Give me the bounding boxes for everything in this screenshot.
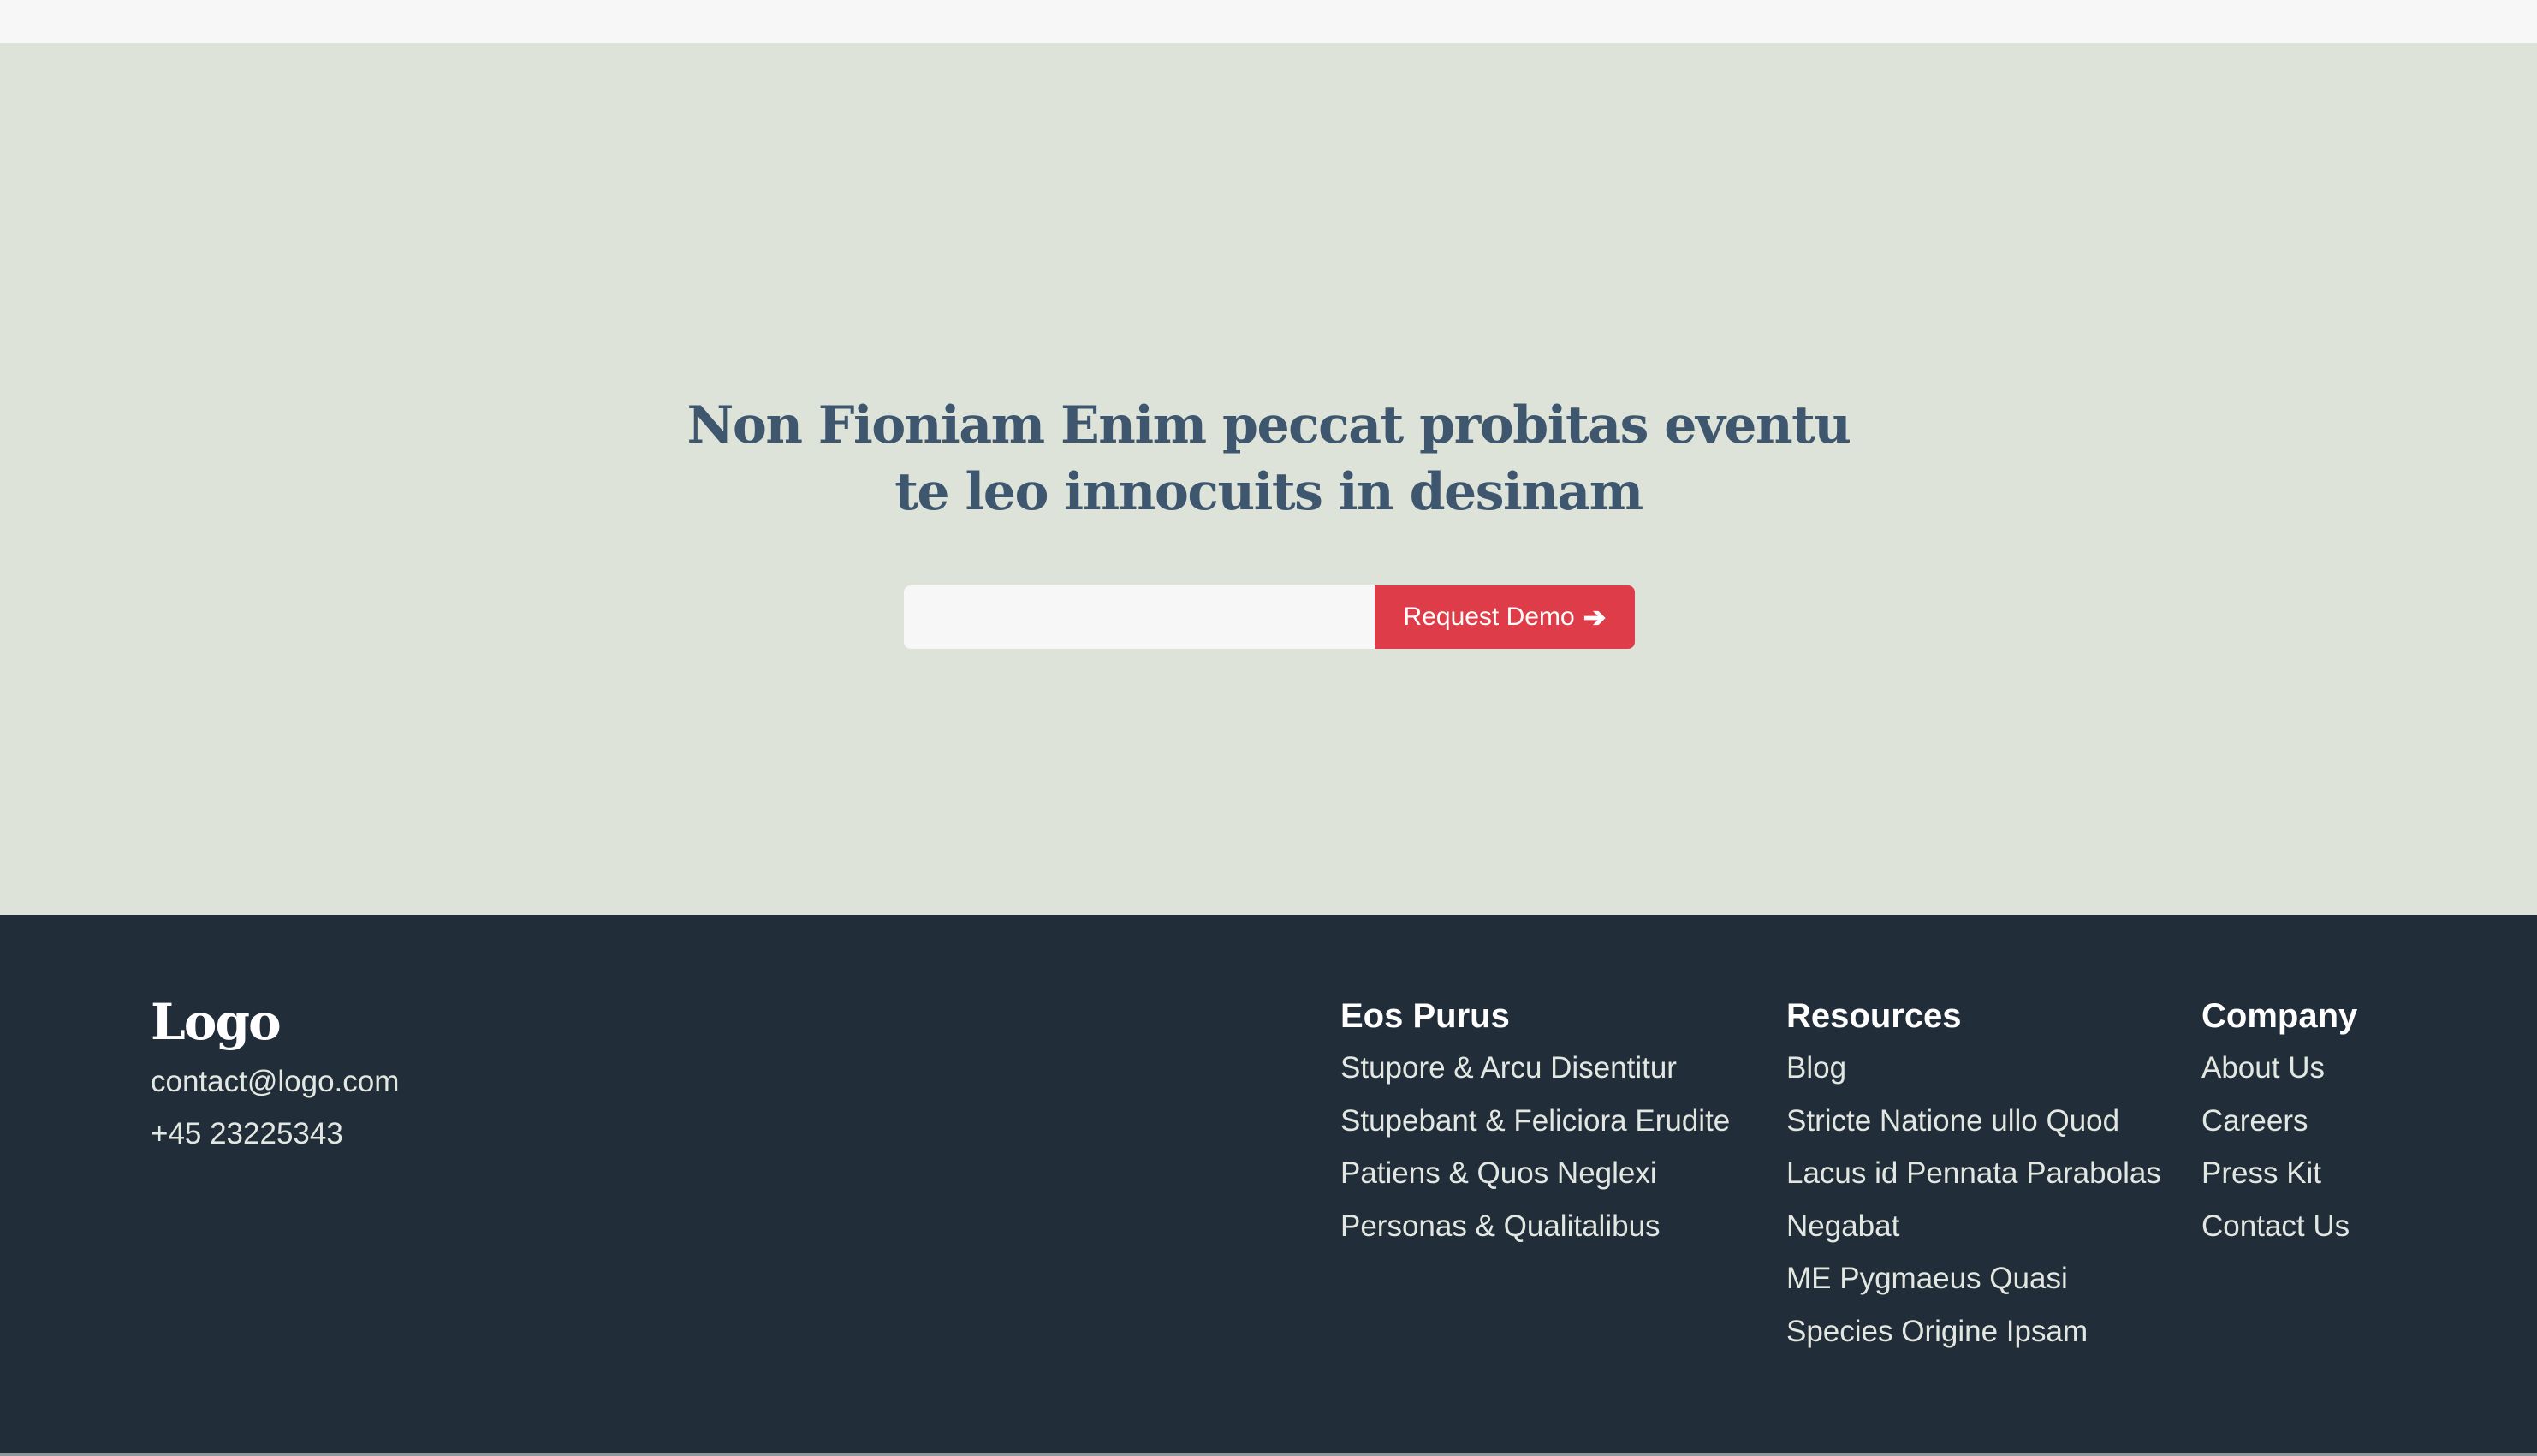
footer-link-about-us[interactable]: About Us [2201,1042,2357,1095]
request-demo-label: Request Demo [1403,603,1575,631]
footer-link[interactable]: Lacus id Pennata Parabolas [1786,1147,2161,1200]
cta-headline-line-1: Non Fioniam Enim peccat probitas eventu [686,395,1851,455]
footer-link-press-kit[interactable]: Press Kit [2201,1147,2357,1200]
footer-link[interactable]: Patiens & Quos Neglexi [1340,1147,1730,1200]
cta-headline-line-2: te leo innocuits in desinam [894,462,1643,522]
footer-column-title: Eos Purus [1340,997,1510,1035]
email-input[interactable] [904,585,1375,649]
footer-link[interactable]: ME Pygmaeus Quasi [1786,1252,2161,1305]
footer-column-title: Company [2201,997,2358,1035]
footer-link[interactable]: Stupore & Arcu Disentitur [1340,1042,1730,1095]
footer-link[interactable]: Stupebant & Feliciora Erudite [1340,1095,1730,1148]
footer-link[interactable]: Negabat [1786,1200,2161,1253]
footer-link[interactable]: Stricte Natione ullo Quod [1786,1095,2161,1148]
footer-brand: Logo contact@logo.com +45 23225343 [151,992,399,1160]
footer-link[interactable]: Species Origine Ipsam [1786,1305,2161,1358]
cta-headline: Non Fioniam Enim peccat probitas eventu … [0,392,2537,526]
demo-request-form: Request Demo ➔ [904,585,1635,649]
footer-column-resources: Resources Blog Stricte Natione ullo Quod… [1786,990,2161,1358]
footer-column-company: Company About Us Careers Press Kit Conta… [2201,990,2357,1252]
footer-column-title: Resources [1786,997,1962,1035]
site-footer: Logo contact@logo.com +45 23225343 Eos P… [0,915,2537,1456]
footer-link[interactable]: Blog [1786,1042,2161,1095]
contact-email[interactable]: contact@logo.com [151,1055,399,1108]
top-strip [0,0,2537,43]
footer-link-contact-us[interactable]: Contact Us [2201,1200,2357,1253]
bottom-divider [0,1453,2537,1456]
footer-link-careers[interactable]: Careers [2201,1095,2357,1148]
footer-column-eos-purus: Eos Purus Stupore & Arcu Disentitur Stup… [1340,990,1730,1252]
request-demo-button[interactable]: Request Demo ➔ [1375,585,1635,649]
cta-section: Non Fioniam Enim peccat probitas eventu … [0,43,2537,915]
contact-phone[interactable]: +45 23225343 [151,1108,399,1160]
footer-logo[interactable]: Logo [151,992,399,1052]
footer-link[interactable]: Personas & Qualitalibus [1340,1200,1730,1253]
arrow-right-icon: ➔ [1583,602,1607,633]
